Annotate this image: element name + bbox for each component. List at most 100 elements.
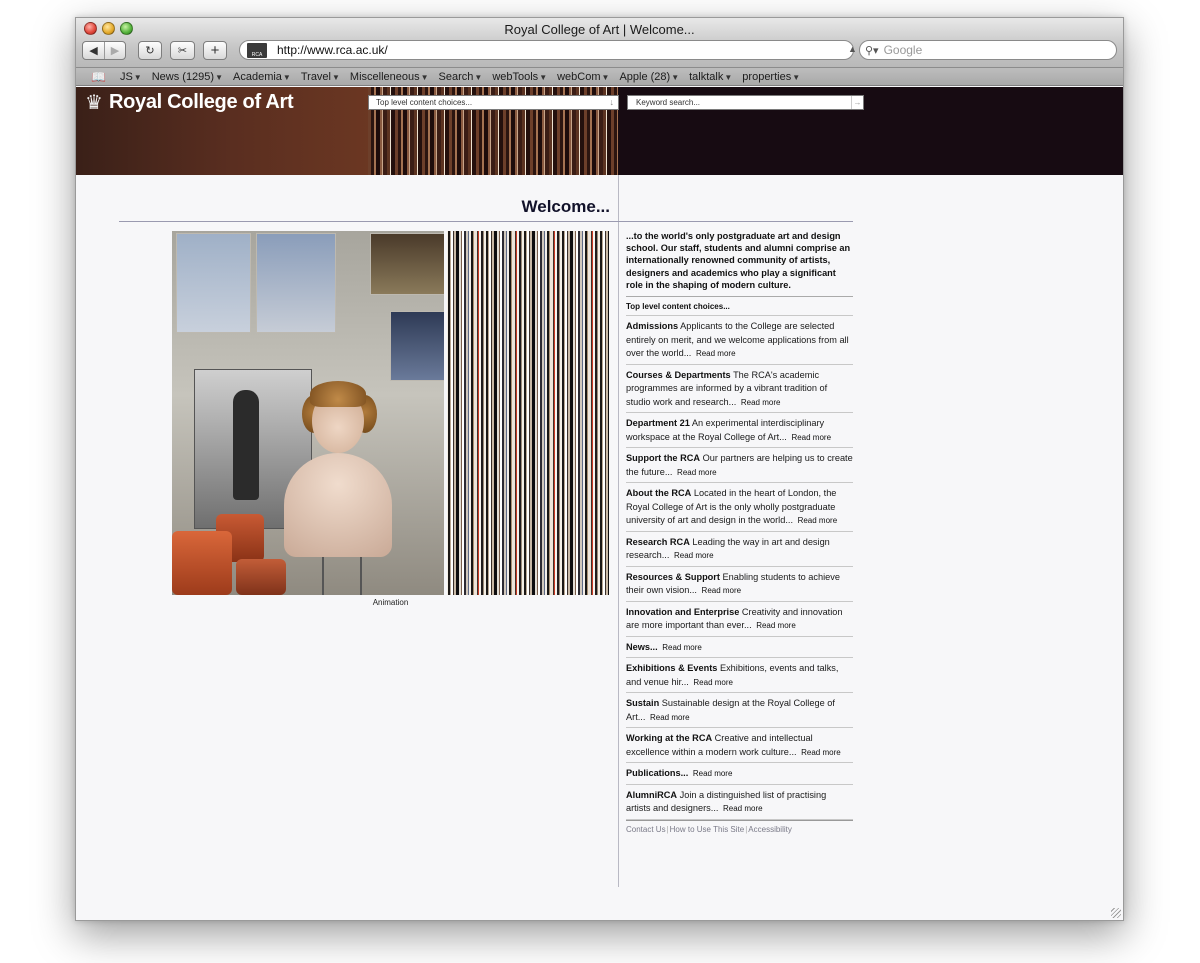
bookmark-menu-properties[interactable]: properties▼: [742, 71, 800, 83]
image-caption: Animation: [372, 598, 409, 607]
reload-button[interactable]: ↻: [138, 41, 162, 60]
forward-button[interactable]: ▶: [104, 42, 125, 59]
photo-postcard: [256, 233, 336, 333]
title-rule: [119, 221, 853, 222]
item-title[interactable]: Research RCA: [626, 537, 690, 547]
read-more-link[interactable]: Read more: [662, 643, 702, 652]
list-item-admissions: Admissions Applicants to the College are…: [626, 316, 853, 365]
read-more-link[interactable]: Read more: [723, 804, 763, 813]
intro-text: ...to the world's only postgraduate art …: [626, 230, 853, 298]
mannequin-hair: [310, 381, 366, 407]
item-title[interactable]: Admissions: [626, 321, 678, 331]
list-item-about: About the RCA Located in the heart of Lo…: [626, 483, 853, 532]
list-item-innovation: Innovation and Enterprise Creativity and…: [626, 602, 853, 637]
chevron-down-icon: ▼: [332, 72, 340, 82]
list-item-alumni: AlumniRCA Join a distinguished list of p…: [626, 785, 853, 820]
add-bookmark-button[interactable]: +: [203, 41, 227, 60]
mannequin-bust: [284, 453, 392, 557]
item-title[interactable]: Department 21: [626, 418, 690, 428]
accessibility-link[interactable]: Accessibility: [748, 825, 792, 834]
bookmarks-book-icon[interactable]: 📖: [91, 70, 106, 84]
address-bar[interactable]: RCA http://www.rca.ac.uk/: [239, 40, 854, 60]
chevron-down-icon: ▼: [724, 72, 733, 82]
read-more-link[interactable]: Read more: [693, 769, 733, 778]
read-more-link[interactable]: Read more: [650, 713, 690, 722]
bookmark-menu-academia[interactable]: Academia▼: [233, 71, 291, 83]
list-item-publications: Publications... Read more: [626, 763, 853, 785]
logo-text: Royal College of Art: [108, 91, 294, 113]
back-forward-buttons: ◀ ▶: [82, 41, 126, 60]
top-level-choices-select[interactable]: Top level content choices... ↓: [368, 95, 619, 110]
image-gap: [444, 231, 447, 595]
feature-photo[interactable]: [172, 231, 446, 595]
separator: |: [745, 824, 748, 834]
list-item-support: Support the RCA Our partners are helping…: [626, 448, 853, 484]
read-more-link[interactable]: Read more: [756, 621, 796, 630]
read-more-link[interactable]: Read more: [674, 551, 714, 560]
item-title[interactable]: Publications...: [626, 768, 688, 778]
column-divider: [618, 175, 619, 887]
keyword-search-placeholder: Keyword search...: [636, 98, 701, 107]
search-input[interactable]: ⚲▾ Google: [859, 40, 1117, 60]
chevron-down-icon: ▼: [671, 72, 680, 82]
chevron-down-icon: ▼: [420, 72, 429, 82]
bookmark-menu-search[interactable]: Search▼: [439, 71, 483, 83]
address-bar-url: http://www.rca.ac.uk/: [277, 43, 388, 57]
item-title[interactable]: Support the RCA: [626, 453, 700, 463]
list-item-sustain: Sustain Sustainable design at the Royal …: [626, 693, 853, 729]
rca-logo[interactable]: ♛ Royal College of Art: [85, 90, 294, 115]
item-title[interactable]: Courses & Departments: [626, 370, 731, 380]
photo-toy: [236, 559, 286, 595]
crest-icon: ♛: [85, 92, 103, 114]
item-title[interactable]: Resources & Support: [626, 572, 720, 582]
browser-window: Royal College of Art | Welcome... ◀ ▶ ↻ …: [75, 17, 1124, 921]
bookmark-menu-js[interactable]: JS▼: [120, 71, 142, 83]
chevron-down-icon: ▼: [601, 72, 610, 82]
item-title[interactable]: Exhibitions & Events: [626, 663, 717, 673]
read-more-link[interactable]: Read more: [791, 433, 831, 442]
read-more-link[interactable]: Read more: [696, 349, 736, 358]
item-title[interactable]: About the RCA: [626, 488, 691, 498]
bookmark-menu-apple[interactable]: Apple (28)▼: [619, 71, 679, 83]
bookmark-menu-travel[interactable]: Travel▼: [301, 71, 340, 83]
read-more-link[interactable]: Read more: [693, 678, 733, 687]
resize-grip-icon[interactable]: [1111, 908, 1121, 918]
address-dropdown-icon[interactable]: ▲: [848, 44, 857, 54]
list-item-research: Research RCA Leading the way in art and …: [626, 532, 853, 567]
footer-links: Contact Us|How to Use This Site|Accessib…: [626, 819, 853, 834]
photo-postcard: [390, 311, 446, 381]
mannequin-stand: [322, 557, 362, 595]
photo-postcard: [370, 233, 446, 295]
item-title[interactable]: Working at the RCA: [626, 733, 712, 743]
read-more-link[interactable]: Read more: [801, 748, 841, 757]
back-button[interactable]: ◀: [83, 42, 104, 59]
item-title[interactable]: News...: [626, 642, 658, 652]
search-go-icon[interactable]: →: [851, 96, 863, 109]
bookmark-menu-miscelleneous[interactable]: Miscelleneous▼: [350, 71, 429, 83]
separator: |: [666, 824, 669, 834]
read-more-link[interactable]: Read more: [702, 586, 742, 595]
how-to-link[interactable]: How to Use This Site: [670, 825, 745, 834]
contact-link[interactable]: Contact Us: [626, 825, 666, 834]
bookmark-menu-news[interactable]: News (1295)▼: [152, 71, 223, 83]
bookmark-menu-talktalk[interactable]: talktalk▼: [689, 71, 732, 83]
read-more-link[interactable]: Read more: [677, 468, 717, 477]
chevron-down-icon: ▼: [539, 72, 548, 82]
keyword-search-input[interactable]: Keyword search... →: [627, 95, 864, 110]
chevron-down-icon: ↓: [609, 97, 615, 107]
poster-figure: [233, 390, 259, 500]
photo-postcard: [176, 233, 251, 333]
item-title[interactable]: Innovation and Enterprise: [626, 607, 739, 617]
chevron-down-icon: ▼: [215, 72, 223, 82]
item-title[interactable]: Sustain: [626, 698, 659, 708]
bookmark-menu-webcom[interactable]: webCom▼: [557, 71, 609, 83]
stripe-barcode-graphic: [446, 231, 609, 595]
chevron-down-icon: ▼: [792, 72, 801, 82]
site-favicon-icon: RCA: [247, 42, 267, 58]
search-icon: ⚲▾: [865, 44, 879, 57]
read-more-link[interactable]: Read more: [798, 516, 838, 525]
bookmark-menu-webtools[interactable]: webTools▼: [492, 71, 547, 83]
snapback-button[interactable]: ✂: [170, 41, 195, 60]
item-title[interactable]: AlumniRCA: [626, 790, 677, 800]
read-more-link[interactable]: Read more: [741, 398, 781, 407]
